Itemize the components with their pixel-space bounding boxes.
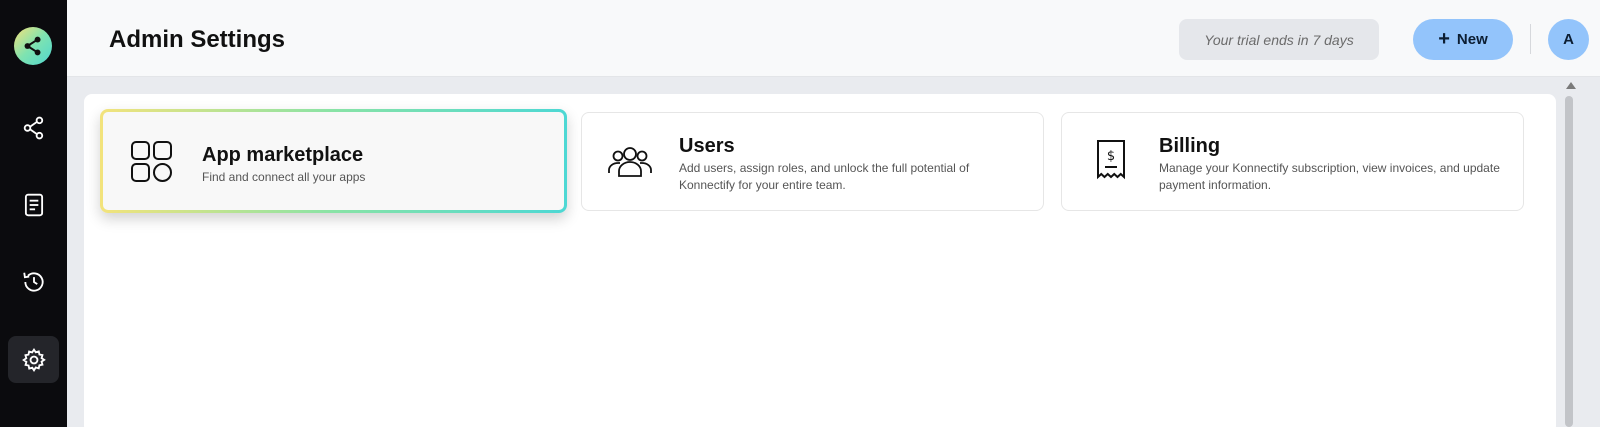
users-group-icon: [606, 137, 654, 185]
page-title: Admin Settings: [109, 26, 286, 53]
scrollbar-thumb[interactable]: [1565, 96, 1573, 427]
sidebar-item-documents[interactable]: [8, 181, 59, 228]
sidebar: [0, 0, 67, 427]
new-button[interactable]: + New: [1413, 19, 1513, 60]
sidebar-item-settings[interactable]: [8, 336, 59, 383]
new-button-label: New: [1456, 31, 1488, 48]
users-card[interactable]: Users Add users, assign roles, and unloc…: [581, 112, 1044, 211]
receipt-icon: $: [1087, 137, 1135, 185]
history-icon: [22, 271, 44, 292]
card-title: Users: [679, 135, 735, 157]
sidebar-item-flows[interactable]: [8, 104, 59, 151]
avatar[interactable]: A: [1548, 19, 1589, 60]
gear-icon: [21, 347, 46, 372]
card-title: Billing: [1159, 135, 1221, 157]
app-root: Admin Settings Your trial ends in 7 days…: [0, 0, 1600, 427]
top-header: Admin Settings Your trial ends in 7 days…: [67, 0, 1600, 77]
share-logo-icon[interactable]: [14, 27, 52, 65]
scroll-up-arrow-icon[interactable]: [1566, 82, 1576, 89]
card-title: App marketplace: [202, 144, 364, 166]
header-divider: [1530, 24, 1531, 54]
billing-card[interactable]: $ Billing Manage your Konnectify subscri…: [1061, 112, 1524, 211]
plus-icon: +: [1438, 27, 1450, 50]
svg-text:$: $: [1107, 149, 1115, 164]
sidebar-item-history[interactable]: [8, 258, 59, 305]
settings-panel: App marketplace Find and connect all you…: [84, 94, 1556, 427]
share-icon: [23, 116, 43, 139]
app-marketplace-card[interactable]: App marketplace Find and connect all you…: [100, 109, 567, 213]
card-description: Find and connect all your apps: [202, 170, 366, 184]
card-description: Manage your Konnectify subscription, vie…: [1159, 161, 1500, 192]
trial-banner: Your trial ends in 7 days: [1179, 19, 1379, 60]
document-icon: [24, 193, 43, 216]
apps-grid-icon: [128, 138, 176, 186]
card-description: Add users, assign roles, and unlock the …: [679, 161, 970, 192]
